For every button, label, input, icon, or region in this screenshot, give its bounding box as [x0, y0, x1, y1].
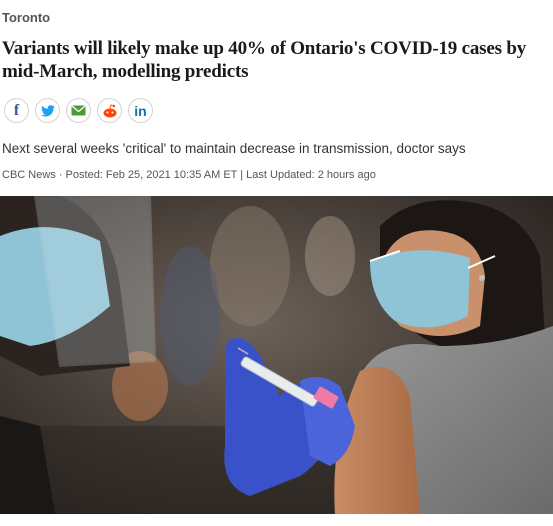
- twitter-bird: [40, 104, 55, 117]
- article-subtitle: Next several weeks 'critical' to maintai…: [2, 141, 466, 156]
- vaccination-photo: [0, 196, 553, 514]
- article-photo: [0, 196, 553, 514]
- share-bar: f in: [4, 98, 153, 123]
- article-headline: Variants will likely make up 40% of Onta…: [2, 38, 527, 82]
- article-byline: CBC News · Posted: Feb 25, 2021 10:35 AM…: [2, 169, 376, 181]
- linkedin-icon[interactable]: in: [128, 98, 153, 123]
- linkedin-glyph: in: [134, 102, 147, 119]
- facebook-glyph: f: [13, 101, 20, 119]
- twitter-icon[interactable]: [35, 98, 60, 123]
- envelope-glyph: [71, 105, 86, 116]
- facebook-icon[interactable]: f: [4, 98, 29, 123]
- email-icon[interactable]: [66, 98, 91, 123]
- section-label[interactable]: Toronto: [2, 10, 50, 25]
- reddit-glyph: [103, 103, 116, 117]
- reddit-icon[interactable]: [97, 98, 122, 123]
